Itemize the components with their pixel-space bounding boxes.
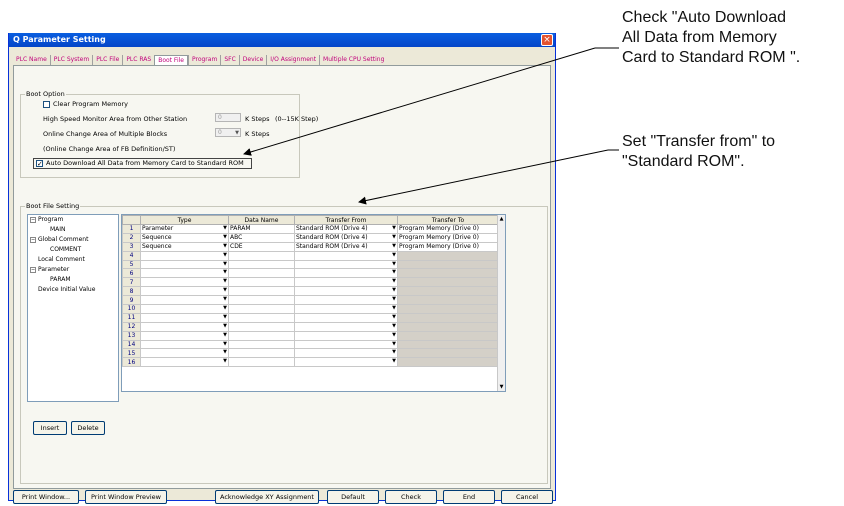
callout-leaders	[243, 47, 619, 205]
arrow-auto-download	[243, 47, 596, 156]
arrow-transfer-from	[358, 149, 609, 205]
